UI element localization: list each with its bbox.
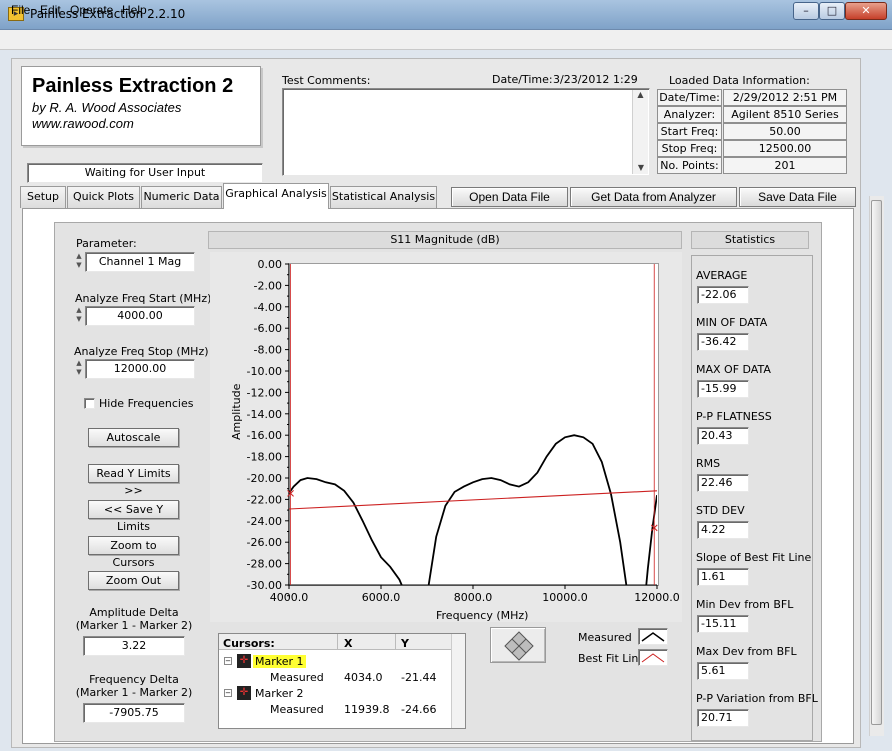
x-tick-label: 4000.0	[270, 591, 309, 604]
collapse-marker1-icon[interactable]: −	[224, 657, 232, 665]
y-tick-label: -28.00	[247, 558, 282, 571]
cursor-move-pad[interactable]	[490, 627, 546, 663]
cursor-table-scrollbar[interactable]	[451, 634, 465, 728]
marker1-crosshair-icon: ✛	[237, 654, 251, 668]
legend-measured-swatch	[638, 628, 668, 645]
x-tick-label: 8000.0	[454, 591, 493, 604]
y-tick-label: -8.00	[254, 344, 282, 357]
column-divider	[337, 634, 338, 650]
stat-rms-label: RMS	[696, 457, 721, 470]
window-scrollbar-thumb[interactable]	[871, 200, 882, 725]
stat-min-label: MIN OF DATA	[696, 316, 768, 329]
stat-std-dev-value: 4.22	[697, 521, 749, 539]
marker2-name[interactable]: Marker 2	[255, 687, 304, 700]
marker1-name[interactable]: Marker 1	[253, 655, 306, 668]
marker2-measured-label: Measured	[270, 703, 324, 716]
legend-bfl-swatch	[638, 649, 668, 666]
stat-max-value: -15.99	[697, 380, 749, 398]
cursor-header-x: X	[344, 637, 353, 650]
stat-pp-flatness-value: 20.43	[697, 427, 749, 445]
y-tick-label: -10.00	[247, 365, 282, 378]
cursor-header-name: Cursors:	[223, 637, 275, 650]
y-tick-label: -18.00	[247, 451, 282, 464]
y-tick-label: -4.00	[254, 301, 282, 314]
stat-std-dev-label: STD DEV	[696, 504, 745, 517]
x-tick-label: 12000.0	[634, 591, 680, 604]
marker2-crosshair-icon: ✛	[237, 686, 251, 700]
stat-pp-variation-label: P-P Variation from BFL	[696, 692, 818, 705]
plot-legend: Measured Best Fit Line	[574, 627, 670, 669]
marker1-y: -21.44	[401, 671, 437, 684]
chart-xlabel: Frequency (MHz)	[436, 609, 529, 622]
y-tick-label: -16.00	[247, 429, 282, 442]
stat-slope-label: Slope of Best Fit Line	[696, 551, 812, 564]
marker1-x: 4034.0	[344, 671, 383, 684]
x-tick-label: 10000.0	[542, 591, 588, 604]
tab-graphical-analysis[interactable]: Graphical Analysis	[223, 183, 329, 209]
stat-max-dev-label: Max Dev from BFL	[696, 645, 797, 658]
y-tick-label: -20.00	[247, 472, 282, 485]
y-tick-label: -26.00	[247, 536, 282, 549]
stat-max-label: MAX OF DATA	[696, 363, 771, 376]
best-fit-line	[289, 490, 657, 510]
legend-bfl-label: Best Fit Line	[578, 652, 646, 665]
stat-min-dev-value: -15.11	[697, 615, 749, 633]
cursor-header-y: Y	[401, 637, 409, 650]
y-tick-label: -14.00	[247, 408, 282, 421]
stat-rms-value: 22.46	[697, 474, 749, 492]
stat-max-dev-value: 5.61	[697, 662, 749, 680]
stat-slope-value: 1.61	[697, 568, 749, 586]
statistics-panel: AVERAGE -22.06 MIN OF DATA -36.42 MAX OF…	[691, 255, 818, 741]
statistics-header: Statistics	[691, 231, 809, 249]
y-tick-label: -6.00	[254, 322, 282, 335]
collapse-marker2-icon[interactable]: −	[224, 689, 232, 697]
stat-pp-variation-value: 20.71	[697, 709, 749, 727]
diamond-arrows-icon	[504, 631, 534, 661]
x-tick-label: 6000.0	[362, 591, 401, 604]
y-tick-label: -12.00	[247, 386, 282, 399]
chart-ylabel: Amplitude	[230, 383, 243, 440]
legend-measured-label: Measured	[578, 631, 632, 644]
stat-pp-flatness-label: P-P FLATNESS	[696, 410, 772, 423]
y-tick-label: -24.00	[247, 515, 282, 528]
stat-min-value: -36.42	[697, 333, 749, 351]
y-tick-label: 0.00	[258, 258, 283, 271]
y-tick-label: -22.00	[247, 493, 282, 506]
marker1-measured-label: Measured	[270, 671, 324, 684]
stat-average-label: AVERAGE	[696, 269, 748, 282]
cursor-table[interactable]: Cursors: X Y − ✛ Marker 1 Measured 4034.…	[218, 633, 466, 729]
column-divider	[395, 634, 396, 650]
marker2-y: -24.66	[401, 703, 437, 716]
stat-average-value: -22.06	[697, 286, 749, 304]
y-tick-label: -2.00	[254, 279, 282, 292]
stat-min-dev-label: Min Dev from BFL	[696, 598, 794, 611]
marker2-x: 11939.8	[344, 703, 390, 716]
